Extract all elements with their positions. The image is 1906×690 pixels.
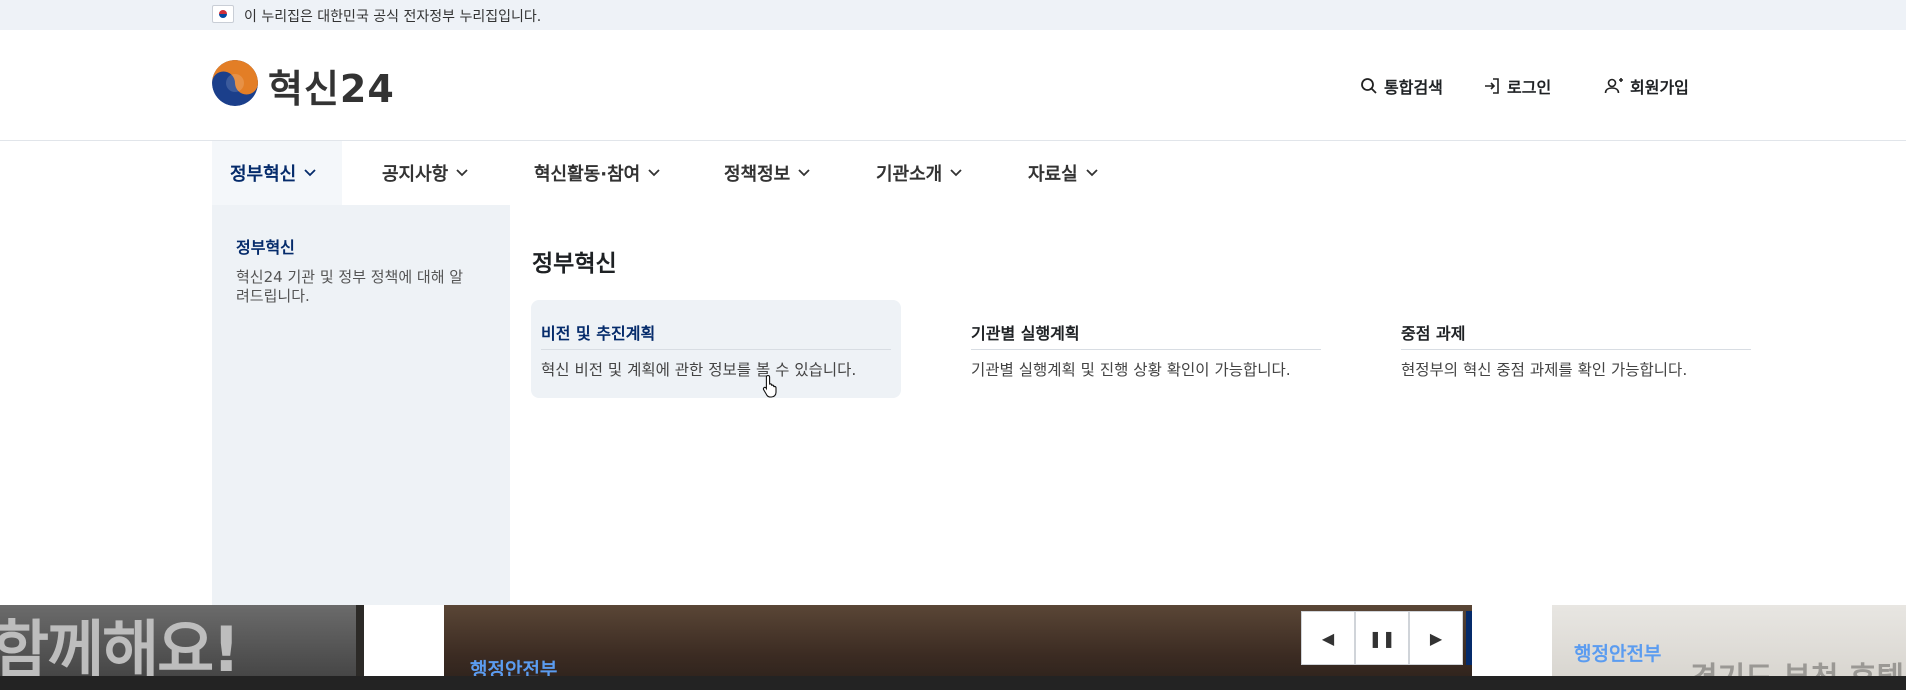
- next-arrow-icon: ▶: [1429, 628, 1443, 648]
- user-add-icon: [1604, 78, 1623, 94]
- logo-text[interactable]: 혁신24: [268, 58, 395, 113]
- gov-banner: 이 누리집은 대한민국 공식 전자정부 누리집입니다.: [0, 0, 1906, 30]
- chevron-down-icon: [304, 169, 316, 177]
- login-link[interactable]: 로그인: [1483, 74, 1551, 98]
- menu-card-agency-plan[interactable]: 기관별 실행계획 기관별 실행계획 및 진행 상황 확인이 가능합니다.: [961, 300, 1331, 398]
- gov-banner-text: 이 누리집은 대한민국 공식 전자정부 누리집입니다.: [244, 9, 542, 25]
- nav-item-label: 혁신활동·참여: [534, 164, 641, 185]
- slider-next-button[interactable]: ▶: [1409, 611, 1463, 665]
- nav-item-participation[interactable]: 혁신활동·참여: [534, 141, 660, 205]
- nav-item-agency-intro[interactable]: 기관소개: [876, 141, 962, 205]
- nav-item-notices[interactable]: 공지사항: [382, 141, 468, 205]
- menu-card-title: 기관별 실행계획: [971, 324, 1080, 343]
- login-icon: [1485, 78, 1499, 94]
- search-icon: [1361, 78, 1377, 94]
- nav-item-policy-info[interactable]: 정책정보: [724, 141, 810, 205]
- signup-link-label: 회원가입: [1630, 78, 1689, 97]
- nav-item-label: 자료실: [1028, 164, 1078, 185]
- menu-card-desc: 현정부의 혁신 중점 과제를 확인 가능합니다.: [1401, 361, 1688, 379]
- slider-prev-button[interactable]: ◀: [1301, 611, 1355, 665]
- chevron-down-icon: [950, 169, 962, 177]
- hand-cursor-icon: [762, 374, 777, 398]
- menu-card-title: 중점 과제: [1401, 324, 1466, 343]
- menu-card-key-tasks[interactable]: 중점 과제 현정부의 혁신 중점 과제를 확인 가능합니다.: [1391, 300, 1761, 398]
- login-link-label: 로그인: [1507, 78, 1552, 97]
- chevron-down-icon: [1086, 169, 1098, 177]
- nav-item-label: 정부혁신: [230, 164, 297, 185]
- menu-card-title: 비전 및 추진계획: [541, 324, 656, 343]
- slide-caption[interactable]: 행정안전부: [1574, 639, 1661, 666]
- chevron-down-icon: [456, 169, 468, 177]
- search-link[interactable]: 통합검색: [1360, 74, 1443, 98]
- signup-link[interactable]: 회원가입: [1604, 74, 1689, 98]
- mega-menu-side: [212, 205, 510, 605]
- menu-card-divider: [541, 349, 891, 350]
- bottom-strip: [0, 676, 1906, 690]
- mega-menu-title: 정부혁신: [532, 251, 617, 277]
- slider-pause-button[interactable]: ❚❚: [1355, 611, 1409, 665]
- mega-menu-side-desc: 혁신24 기관 및 정부 정책에 대해 알려드립니다.: [236, 268, 464, 305]
- menu-card-divider: [1401, 349, 1751, 350]
- menu-card-desc: 혁신 비전 및 계획에 관한 정보를 볼 수 있습니다.: [541, 361, 857, 379]
- nav-item-government-innovation[interactable]: 정부혁신: [212, 141, 342, 205]
- nav-item-label: 공지사항: [382, 164, 449, 185]
- chevron-down-icon: [648, 169, 660, 177]
- chevron-down-icon: [798, 169, 810, 177]
- korea-flag-icon: [212, 5, 234, 23]
- nav-item-label: 정책정보: [724, 164, 791, 185]
- nav-item-archive[interactable]: 자료실: [1028, 141, 1098, 205]
- pause-icon: ❚❚: [1368, 628, 1396, 648]
- menu-card-vision-plan[interactable]: 비전 및 추진계획 혁신 비전 및 계획에 관한 정보를 볼 수 있습니다.: [531, 300, 901, 398]
- prev-arrow-icon: ◀: [1321, 628, 1335, 648]
- mega-menu-side-title: 정부혁신: [236, 238, 295, 257]
- menu-card-desc: 기관별 실행계획 및 진행 상황 확인이 가능합니다.: [971, 361, 1291, 379]
- menu-card-divider: [971, 349, 1321, 350]
- nav-item-label: 기관소개: [876, 164, 943, 185]
- search-link-label: 통합검색: [1384, 78, 1443, 97]
- logo-emblem-icon[interactable]: [212, 60, 258, 106]
